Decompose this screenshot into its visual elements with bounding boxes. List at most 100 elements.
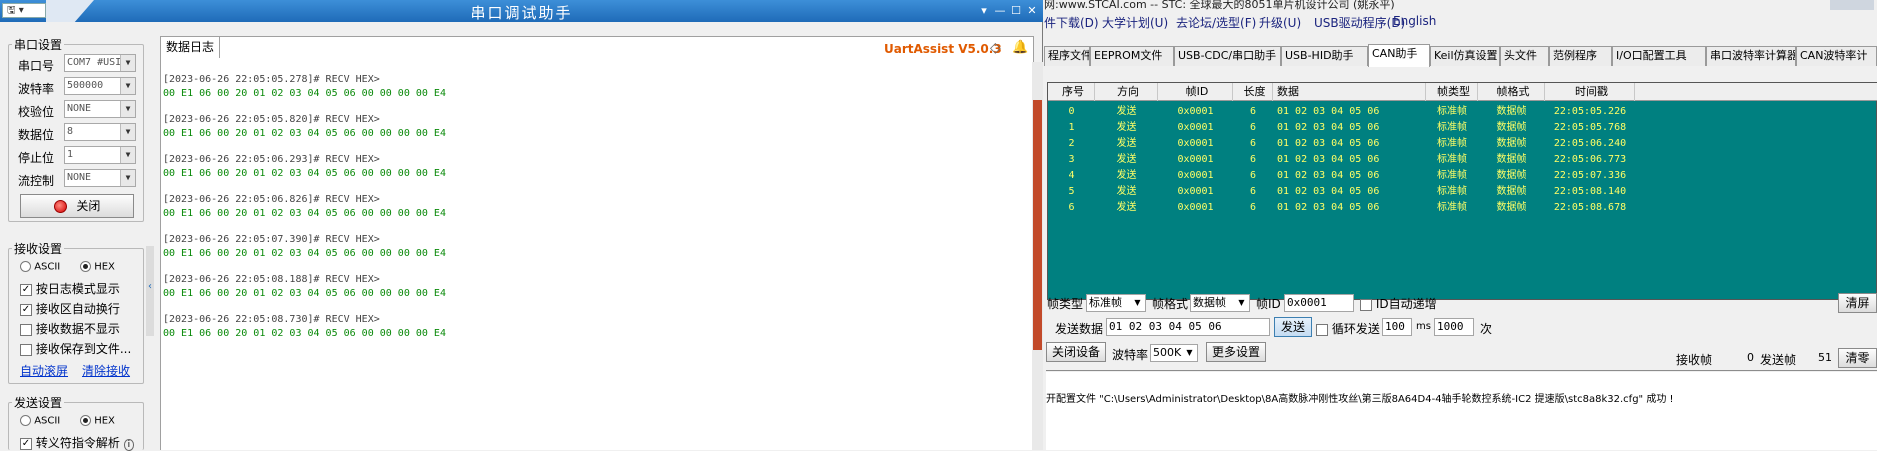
clear-counts-button[interactable]: 清零 [1838,348,1877,368]
tab-4[interactable]: CAN助手 [1368,44,1430,67]
check-icon: ✓ [20,283,32,296]
menu-item[interactable]: 升级(U) [1259,14,1301,31]
databits-value: 8 [67,126,74,137]
frame-format-select[interactable]: 数据帧 ▼ [1190,294,1250,312]
grid-cell: 数据帧 [1496,106,1527,117]
databits-combo[interactable]: 8 ▼ [64,123,136,141]
menu-item[interactable]: 件下载(D) [1044,14,1099,31]
grid-column-header[interactable]: 序号 [1048,83,1095,101]
tab-9[interactable]: 串口波特率计算器 [1706,46,1796,66]
grid-column-header[interactable]: 帧类型 [1426,83,1478,101]
loop-interval-input[interactable]: 100 [1382,318,1412,336]
grid-column-header[interactable]: 数据 [1273,83,1426,101]
grid-cell: 数据帧 [1496,154,1527,165]
tab-0[interactable]: 程序文件 [1044,46,1090,66]
menu-item[interactable]: USB驱动程序(D) [1314,14,1405,31]
window-controls[interactable] [1830,0,1874,10]
grid-cell: 标准帧 [1437,186,1467,197]
frame-type-value: 标准帧 [1089,296,1122,309]
top-title: 网:www.STCAI.com -- STC: 全球最大的8051单片机设计公司… [1044,0,1395,11]
info-icon: i [123,439,135,451]
bell-icon[interactable]: 🔔 [1012,40,1028,55]
log-spacer [163,182,1033,194]
grid-column-header[interactable]: 时间戳 [1545,83,1635,101]
close-device-button[interactable]: 关闭设备 [1046,342,1106,362]
parity-label: 校验位 [18,105,55,119]
grid-row[interactable]: 6 发送 0x0001 6 01 02 03 04 05 06 标准帧 数据帧 22:05:0… [1048,200,1877,216]
menu-item[interactable]: 去论坛/选型(F) [1176,14,1256,31]
diamond-icon[interactable]: ◇ [990,40,1001,56]
log-tab[interactable]: 数据日志 [160,36,220,58]
tab-10[interactable]: CAN波特率计 [1796,46,1877,66]
frame-id-input[interactable]: 0x0001 [1284,294,1354,312]
send-button[interactable]: 发送 [1274,317,1312,337]
recv-ascii-option[interactable]: ASCII [20,261,60,273]
collapse-arrow-icon[interactable]: ‹ [148,281,152,292]
chevron-down-icon: ▼ [120,124,135,140]
tab-7[interactable]: 范例程序 [1549,46,1612,66]
grid-cell: 6 [1249,106,1257,117]
clear-recv-link[interactable]: 清除接收 [82,362,130,379]
tab-2[interactable]: USB-CDC/串口助手 [1174,46,1281,66]
baud-combo[interactable]: 500000 ▼ [64,77,136,95]
minimize-button[interactable]: — [992,3,1008,18]
grid-cell: 01 02 03 04 05 06 [1277,202,1380,213]
tab-5[interactable]: Keil仿真设置 [1430,46,1500,66]
port-combo[interactable]: COM7 #USI ▼ [64,54,136,72]
tab-8[interactable]: I/O口配置工具 [1612,46,1706,66]
grid-row[interactable]: 2 发送 0x0001 6 01 02 03 04 05 06 标准帧 数据帧 22:05:0… [1048,136,1877,152]
grid-row[interactable]: 3 发送 0x0001 6 01 02 03 04 05 06 标准帧 数据帧 22:05:0… [1048,152,1877,168]
can-baud-value: 500K [1153,346,1182,359]
close-window-button[interactable]: ✕ [1024,3,1040,18]
clear-screen-button[interactable]: 清屏 [1838,293,1877,313]
log-entry-data: 00 E1 06 00 20 01 02 03 04 05 06 00 00 0… [163,128,446,139]
recv-hex-option[interactable]: HEX [80,261,115,273]
grid-cell: 6 [1249,170,1257,181]
tab-1[interactable]: EEPROM文件 [1090,46,1174,66]
id-auto-inc-checkbox[interactable]: ID自动递增 [1360,295,1437,312]
more-settings-button[interactable]: 更多设置 [1206,342,1266,362]
stopbits-combo[interactable]: 1 ▼ [64,146,136,164]
grid-column-header[interactable]: 帧ID [1158,83,1233,101]
auto-scroll-link[interactable]: 自动滚屏 [20,362,68,379]
escape-checkbox[interactable]: ✓ 转义符指令解析 i [20,434,135,451]
send-data-input[interactable]: 01 02 03 04 05 06 [1106,318,1270,336]
grid-cell: 6 [1249,154,1257,165]
times-label: 次 [1480,322,1493,336]
grid-column-header[interactable]: 方向 [1095,83,1158,101]
id-auto-inc-label: ID自动递增 [1375,297,1437,311]
grid-cell: 2 [1068,138,1075,149]
grid-cell: 6 [1068,202,1075,213]
grid-row[interactable]: 5 发送 0x0001 6 01 02 03 04 05 06 标准帧 数据帧 22:05:0… [1048,184,1877,200]
loop-send-checkbox[interactable]: 循环发送 [1316,320,1380,337]
grid-column-header[interactable]: 帧格式 [1478,83,1545,101]
tab-3[interactable]: USB-HID助手 [1281,46,1368,66]
parity-combo[interactable]: NONE ▼ [64,100,136,118]
tab-6[interactable]: 头文件 [1500,46,1549,66]
send-ascii-option[interactable]: ASCII [20,415,60,427]
grid-column-header[interactable]: 长度 [1233,83,1273,101]
auto-wrap-checkbox[interactable]: ✓ 接收区自动换行 [20,300,120,317]
close-port-button[interactable]: 关闭 [20,194,134,218]
grid-cell: 01 02 03 04 05 06 [1277,154,1380,165]
can-baud-select[interactable]: 500K ▼ [1150,344,1198,362]
hide-recv-checkbox[interactable]: 接收数据不显示 [20,320,120,337]
menu-item[interactable]: English [1393,14,1436,28]
flowctrl-combo[interactable]: NONE ▼ [64,169,136,187]
log-mode-checkbox[interactable]: ✓ 按日志模式显示 [20,280,120,297]
log-body[interactable]: [2023-06-26 22:05:05.278]# RECV HEX> 00 E… [161,62,1033,450]
frame-type-select[interactable]: 标准帧 ▼ [1086,294,1146,312]
grid-cell: 0x0001 [1177,170,1214,181]
chevron-down-icon: ▼ [1186,348,1193,357]
log-scrollbar-thumb[interactable] [1033,100,1042,350]
loop-count-input[interactable]: 1000 [1434,318,1474,336]
pin-icon[interactable]: ▾ [976,3,992,18]
grid-row[interactable]: 0 发送 0x0001 6 01 02 03 04 05 06 标准帧 数据帧 22:05:0… [1048,104,1877,120]
send-hex-option[interactable]: HEX [80,415,115,427]
save-recv-checkbox[interactable]: 接收保存到文件... [20,340,131,357]
menu-item[interactable]: 大学计划(U) [1102,14,1168,31]
grid-row[interactable]: 4 发送 0x0001 6 01 02 03 04 05 06 标准帧 数据帧 22:05:0… [1048,168,1877,184]
grid-cell: 数据帧 [1496,202,1527,213]
maximize-button[interactable]: ☐ [1008,3,1024,18]
grid-row[interactable]: 1 发送 0x0001 6 01 02 03 04 05 06 标准帧 数据帧 22:05:0… [1048,120,1877,136]
